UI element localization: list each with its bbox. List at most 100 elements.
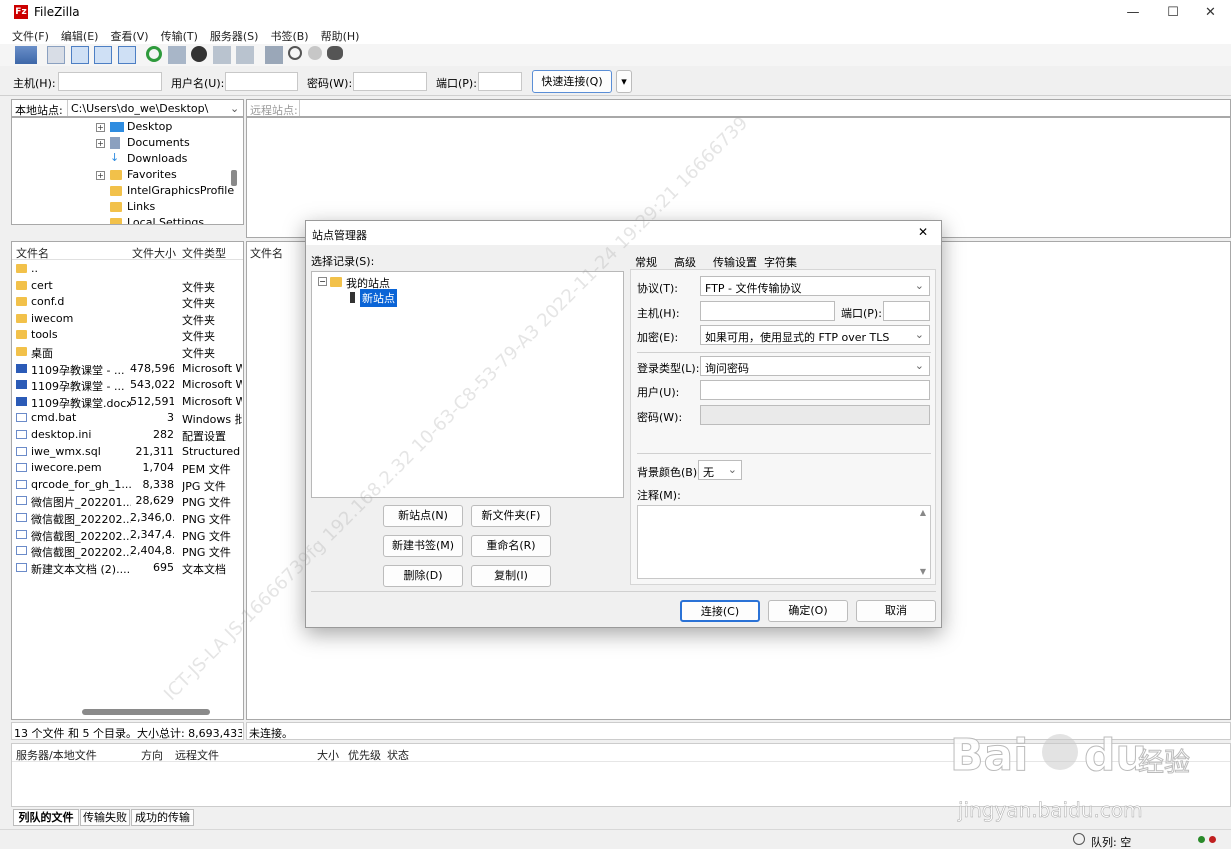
compare-icon[interactable]: [307, 46, 322, 60]
column-filesize[interactable]: 文件大小: [132, 245, 176, 261]
expand-icon[interactable]: +: [96, 139, 105, 148]
quickconnect-button[interactable]: 快速连接(Q): [532, 70, 612, 93]
scroll-down-icon[interactable]: ▼: [920, 567, 926, 576]
filter-icon[interactable]: [264, 46, 283, 64]
table-row[interactable]: cert 文件夹: [12, 278, 242, 294]
find-files-icon[interactable]: [327, 46, 343, 60]
connect-button[interactable]: 连接(C): [680, 600, 760, 622]
table-row[interactable]: 微信截图_202202...2,404,8... PNG 文件: [12, 543, 242, 559]
reconnect-icon[interactable]: [236, 46, 254, 64]
table-row[interactable]: ..: [12, 261, 242, 277]
rename-button[interactable]: 重命名(R): [471, 535, 551, 557]
expand-icon[interactable]: +: [96, 171, 105, 180]
toggle-remote-tree-icon[interactable]: [94, 46, 112, 64]
cancel-operation-icon[interactable]: [191, 46, 207, 62]
table-row[interactable]: 微信截图_202202...2,347,4... PNG 文件: [12, 527, 242, 543]
queue-column-priority[interactable]: 优先级: [348, 747, 381, 763]
table-row[interactable]: cmd.bat 3 Windows 批: [12, 410, 242, 426]
delete-button[interactable]: 删除(D): [383, 565, 463, 587]
queue-column-size[interactable]: 大小: [317, 747, 339, 763]
table-row[interactable]: 新建文本文档 (2).... 695 文本文档: [12, 560, 242, 576]
table-row[interactable]: 1109孕教课堂 - ... 478,596 Microsoft W: [12, 361, 242, 377]
tab-charset[interactable]: 字符集: [764, 254, 797, 270]
file-type: PNG 文件: [182, 529, 231, 543]
disconnect-icon[interactable]: [212, 46, 231, 64]
local-path-input[interactable]: C:\Users\do_we\Desktop\: [67, 100, 242, 116]
file-type: 文件夹: [182, 280, 215, 294]
host-input[interactable]: [700, 301, 835, 321]
ok-button[interactable]: 确定(O): [768, 600, 848, 622]
table-row[interactable]: iwecom 文件夹: [12, 311, 242, 327]
table-row[interactable]: tools 文件夹: [12, 327, 242, 343]
expand-icon[interactable]: +: [96, 123, 105, 132]
menu-bookmarks[interactable]: 书签(B): [264, 26, 314, 44]
remote-column-filename[interactable]: 文件名: [250, 245, 283, 261]
toggle-log-icon[interactable]: [47, 46, 65, 64]
copy-button[interactable]: 复制(I): [471, 565, 551, 587]
table-row[interactable]: iwecore.pem 1,704 PEM 文件: [12, 460, 242, 476]
new-folder-button[interactable]: 新文件夹(F): [471, 505, 551, 527]
file-type: PEM 文件: [182, 463, 231, 477]
host-input[interactable]: [58, 72, 162, 91]
queue-column-status[interactable]: 状态: [387, 747, 409, 763]
tab-general[interactable]: 常规: [635, 254, 657, 270]
menu-transfer[interactable]: 传输(T): [155, 26, 204, 44]
table-row[interactable]: 1109孕教课堂.docx 512,591 Microsoft W: [12, 394, 242, 410]
tab-transfer-settings[interactable]: 传输设置: [713, 254, 757, 270]
table-row[interactable]: iwe_wmx.sql 21,311 Structured .: [12, 444, 242, 460]
dialog-close-button[interactable]: ✕: [918, 225, 928, 239]
tab-successful-transfers[interactable]: 成功的传输: [131, 809, 194, 826]
password-input[interactable]: [353, 72, 427, 91]
new-site-button[interactable]: 新站点(N): [383, 505, 463, 527]
file-size: 21,311: [135, 444, 175, 458]
table-row[interactable]: desktop.ini 282 配置设置: [12, 427, 242, 443]
user-input[interactable]: [700, 380, 930, 400]
tab-failed-transfers[interactable]: 传输失败: [80, 809, 130, 826]
queue-column-direction[interactable]: 方向: [141, 747, 163, 763]
column-filetype[interactable]: 文件类型: [182, 245, 226, 261]
local-list-scrollbar-thumb[interactable]: [82, 709, 210, 715]
tab-advanced[interactable]: 高级: [674, 254, 696, 270]
new-bookmark-button[interactable]: 新建书签(M): [383, 535, 463, 557]
queue-column-local[interactable]: 服务器/本地文件: [16, 747, 97, 763]
refresh-icon[interactable]: [146, 46, 162, 62]
tree-item-new-site[interactable]: 新站点: [360, 289, 397, 307]
menu-file[interactable]: 文件(F): [0, 26, 55, 44]
port-input[interactable]: [478, 72, 522, 91]
comments-textarea[interactable]: ▲ ▼: [637, 505, 931, 579]
menu-view[interactable]: 查看(V): [104, 26, 154, 44]
menu-server[interactable]: 服务器(S): [204, 26, 265, 44]
table-row[interactable]: qrcode_for_gh_1... 8,338 JPG 文件: [12, 477, 242, 493]
scroll-up-icon[interactable]: ▲: [920, 508, 926, 517]
menu-edit[interactable]: 编辑(E): [55, 26, 105, 44]
table-row[interactable]: 桌面 文件夹: [12, 344, 242, 360]
toggle-local-tree-icon[interactable]: [70, 46, 89, 64]
table-row[interactable]: conf.d 文件夹: [12, 294, 242, 310]
toggle-queue-icon[interactable]: [117, 46, 136, 64]
table-row[interactable]: 微信截图_202202...2,346,0... PNG 文件: [12, 510, 242, 526]
cancel-button[interactable]: 取消: [856, 600, 936, 622]
collapse-icon[interactable]: −: [318, 277, 327, 286]
column-filename[interactable]: 文件名: [16, 245, 49, 261]
process-queue-icon[interactable]: [167, 46, 186, 64]
site-manager-icon[interactable]: [14, 46, 37, 64]
logon-type-select[interactable]: 询问密码 ⌄: [700, 356, 930, 376]
remote-path-input[interactable]: [299, 100, 1219, 116]
port-input[interactable]: [883, 301, 930, 321]
table-row[interactable]: 微信图片_202201... 28,629 PNG 文件: [12, 493, 242, 509]
tree-scrollbar-thumb[interactable]: [231, 170, 237, 186]
password-input[interactable]: [700, 405, 930, 425]
tab-queued-files[interactable]: 列队的文件: [13, 809, 79, 826]
quickconnect-dropdown-button[interactable]: ▾: [616, 70, 632, 93]
close-window-button[interactable]: ✕: [1190, 0, 1231, 26]
username-input[interactable]: [225, 72, 298, 91]
background-color-select[interactable]: 无 ⌄: [698, 460, 742, 480]
file-type: JPG 文件: [182, 479, 226, 493]
search-icon[interactable]: [288, 46, 302, 60]
encryption-select[interactable]: 如果可用，使用显式的 FTP over TLS ⌄: [700, 325, 930, 345]
chevron-down-icon[interactable]: ⌄: [230, 102, 239, 115]
table-row[interactable]: 1109孕教课堂 - ... 543,022 Microsoft W: [12, 377, 242, 393]
queue-column-remote[interactable]: 远程文件: [175, 747, 219, 763]
protocol-select[interactable]: FTP - 文件传输协议 ⌄: [700, 276, 930, 296]
menu-help[interactable]: 帮助(H): [315, 26, 366, 44]
